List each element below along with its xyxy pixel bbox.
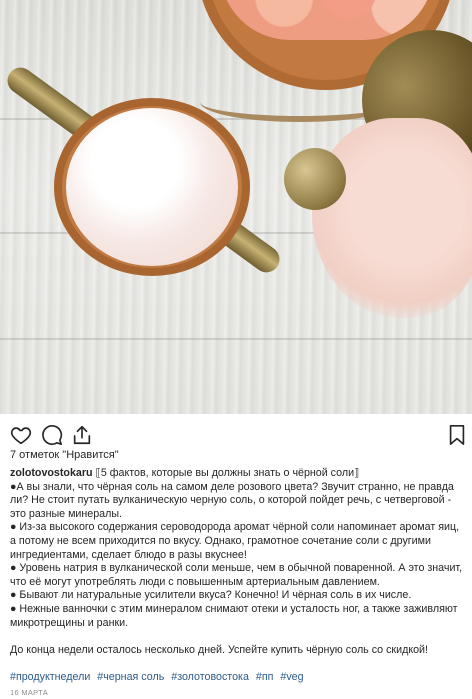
salt-pile — [312, 118, 472, 318]
pink-salt-rocks — [220, 0, 434, 40]
comment-bubble-icon[interactable] — [41, 424, 63, 446]
heart-icon[interactable] — [10, 424, 32, 446]
hashtag-link[interactable]: #черная соль — [97, 671, 164, 683]
post-action-bar — [0, 414, 472, 454]
share-icon[interactable] — [71, 424, 93, 446]
caption-paragraph: ● Из-за высокого содержания сероводорода… — [10, 521, 460, 561]
caption-paragraph: ● Бывают ли натуральные усилители вкуса?… — [10, 589, 412, 602]
hashtag-link[interactable]: #золотовостока — [171, 671, 249, 683]
hashtag-link[interactable]: #пп — [256, 671, 274, 683]
caption-paragraph: ● Уровень натрия в вулканической соли ме… — [10, 562, 463, 588]
likes-count[interactable]: 7 отметок "Нравится" — [10, 449, 119, 461]
post-photo[interactable] — [0, 0, 472, 414]
post-caption: zolotovostokaru ⟦5 фактов, которые вы до… — [10, 467, 466, 657]
caption-closing: До конца недели осталось несколько дней.… — [10, 643, 428, 656]
caption-paragraph: ●А вы знали, что чёрная соль на самом де… — [10, 480, 454, 520]
pink-salt-fine — [66, 108, 238, 266]
hashtag-link[interactable]: #продуктнедели — [10, 671, 90, 683]
pestle-head — [284, 148, 346, 210]
caption-title: ⟦5 фактов, которые вы должны знать о чёр… — [95, 467, 360, 479]
bookmark-icon[interactable] — [446, 424, 468, 446]
wood-plank-line — [0, 338, 472, 340]
username-link[interactable]: zolotovostokaru — [10, 467, 93, 479]
post-date: 16 МАРТА — [10, 688, 49, 697]
hashtags: #продуктнедели #черная соль #золотовосто… — [10, 671, 308, 683]
hashtag-link[interactable]: #veg — [280, 671, 303, 683]
caption-paragraph: ● Нежные ванночки с этим минералом снима… — [10, 602, 458, 629]
